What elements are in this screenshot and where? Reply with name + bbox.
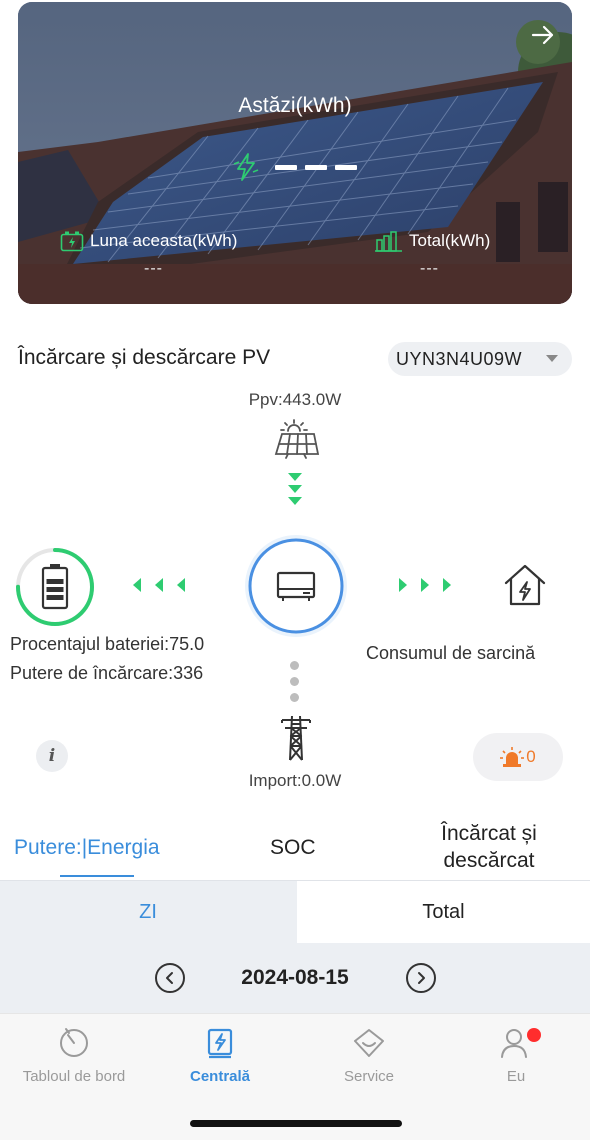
month-energy-value: ---	[144, 260, 163, 277]
battery-soc-ring[interactable]	[14, 546, 96, 628]
today-value-placeholder	[275, 164, 357, 170]
gauge-icon	[60, 1028, 88, 1057]
nav-dashboard[interactable]: Tabloul de bord	[0, 1026, 148, 1085]
load-consumption-label: Consumul de sarcină	[366, 643, 536, 663]
tab-charge-discharge-line2: descărcat	[443, 849, 535, 872]
device-select[interactable]: UYN3N4U09W	[388, 342, 572, 376]
grid-tower-icon[interactable]	[278, 714, 314, 762]
info-button[interactable]: i	[36, 740, 68, 772]
inverter-node[interactable]	[243, 533, 349, 639]
device-serial: UYN3N4U09W	[396, 348, 523, 369]
nav-me[interactable]: Eu	[442, 1026, 590, 1085]
service-diamond-icon	[354, 1029, 384, 1057]
section-title: Încărcare și descărcare PV	[18, 346, 271, 369]
nav-service-label: Service	[343, 1068, 395, 1085]
charging-power-label: Putere de încărcare:336	[10, 663, 204, 683]
total-energy-label: Total(kWh)	[409, 231, 491, 250]
date-navigator: 2024-08-15	[0, 943, 590, 1013]
arrow-right-icon[interactable]	[530, 22, 556, 48]
tab-power-energy[interactable]: Putere:|Energia	[14, 834, 160, 861]
alarm-count: 0	[526, 747, 536, 766]
total-energy-stat: Total(kWh)	[375, 230, 490, 252]
tab-soc[interactable]: SOC	[270, 834, 316, 861]
today-energy-value	[233, 152, 357, 182]
pv-power-label: Ppv:443.0W	[248, 390, 342, 409]
nav-dashboard-label: Tabloul de bord	[22, 1068, 126, 1085]
tab-charge-discharge[interactable]: Încărcat și descărcat	[430, 820, 548, 874]
active-tab-indicator	[60, 875, 134, 877]
chevron-right-icon	[418, 972, 425, 984]
load-flow-arrows	[399, 578, 451, 592]
plant-device-icon	[207, 1028, 233, 1059]
info-icon: i	[48, 746, 56, 766]
alarm-button[interactable]: 0	[473, 733, 563, 781]
nav-plant-label: Centrală	[189, 1068, 251, 1085]
next-date-button[interactable]	[406, 963, 436, 993]
period-day-button[interactable]: ZI	[0, 881, 296, 943]
pv-flow-arrows	[286, 473, 304, 509]
tab-charge-discharge-line1: Încărcat și	[441, 822, 537, 845]
chart-tabs: Putere:|Energia SOC Încărcat și descărca…	[0, 815, 590, 879]
nav-me-label: Eu	[506, 1068, 526, 1085]
nav-service[interactable]: Service	[295, 1026, 443, 1085]
chevron-down-icon	[546, 355, 558, 362]
today-energy-label: Astăzi(kWh)	[238, 94, 352, 117]
period-selector: ZI Total	[0, 880, 590, 943]
battery-charge-icon	[60, 231, 84, 252]
grid-flow-dots	[290, 661, 300, 709]
alarm-light-icon	[500, 747, 525, 767]
battery-icon	[41, 564, 69, 610]
total-energy-value: ---	[420, 260, 439, 277]
notification-badge	[527, 1028, 541, 1042]
period-total-button[interactable]: Total	[297, 881, 590, 943]
home-load-icon[interactable]	[502, 562, 548, 608]
month-energy-label: Luna aceasta(kWh)	[90, 231, 238, 250]
battery-flow-arrows	[133, 578, 185, 592]
nav-plant[interactable]: Centrală	[146, 1026, 294, 1085]
energy-summary-card[interactable]: Astăzi(kWh) Luna aceasta(kWh) --- Total(…	[18, 2, 572, 304]
month-energy-stat: Luna aceasta(kWh)	[60, 230, 237, 252]
bar-chart-icon	[375, 231, 402, 252]
lightning-icon	[233, 153, 259, 181]
solar-panel-icon[interactable]	[272, 418, 320, 460]
battery-percent-label: Procentajul bateriei:75.0	[10, 634, 205, 654]
home-indicator	[190, 1120, 402, 1127]
current-date: 2024-08-15	[241, 966, 349, 989]
